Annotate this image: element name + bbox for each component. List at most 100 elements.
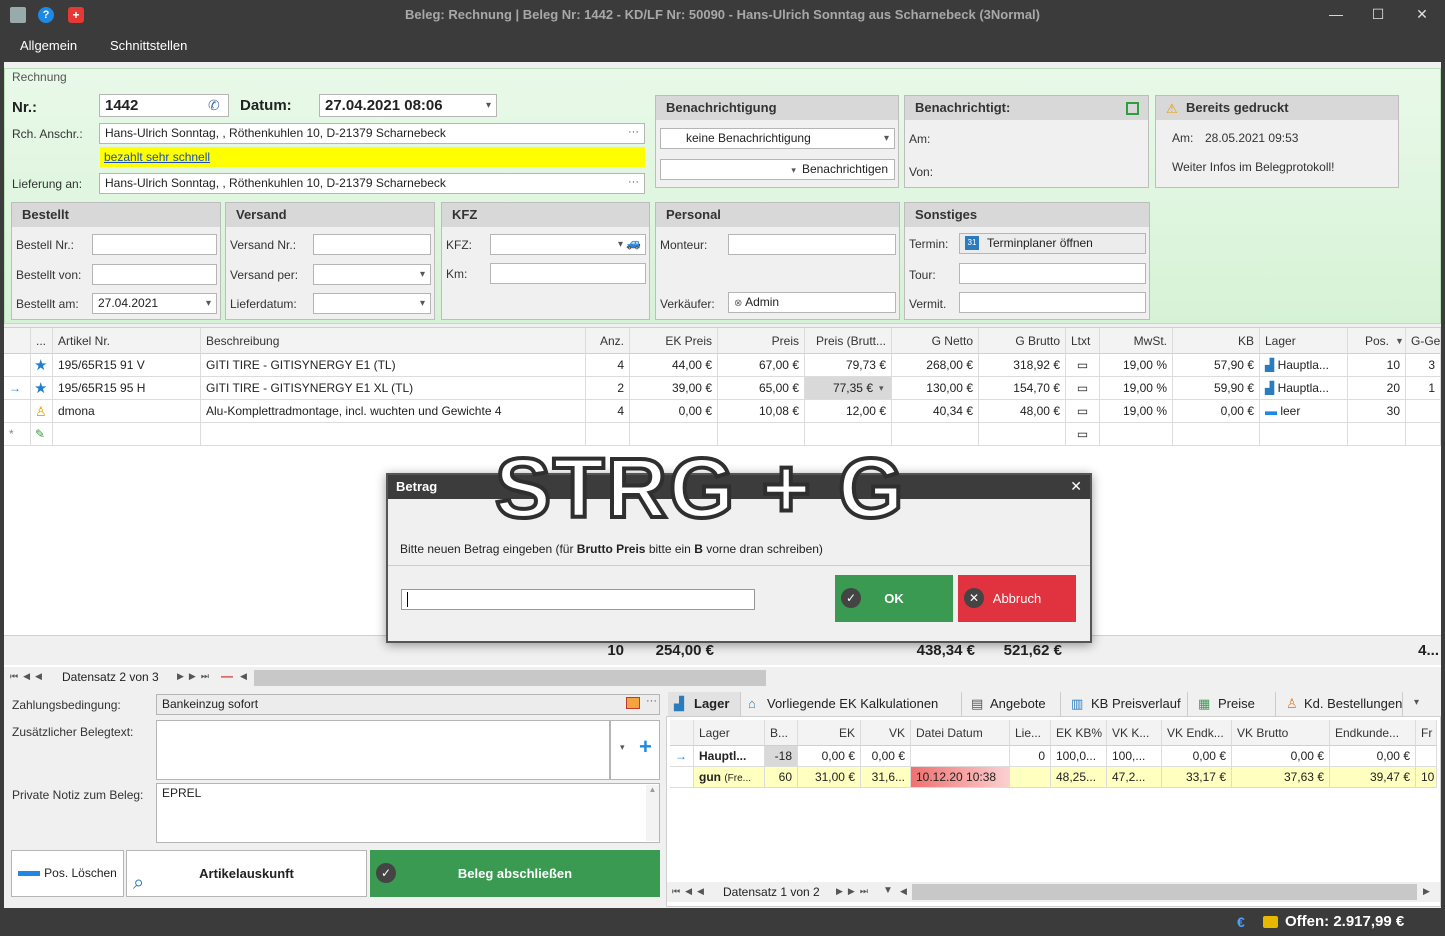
lager-header-vk[interactable]: VK bbox=[861, 720, 911, 746]
lager-header-lie[interactable]: Lie... bbox=[1010, 720, 1051, 746]
notiz-field[interactable]: EPREL bbox=[156, 783, 660, 843]
artikelauskunft-button[interactable]: ⌕ Artikelauskunft bbox=[126, 850, 367, 897]
filter-icon[interactable]: ▼ bbox=[883, 885, 893, 896]
row-indicator[interactable] bbox=[4, 354, 31, 377]
row2-ek[interactable]: 39,00 € bbox=[630, 377, 718, 400]
new-row-cell[interactable] bbox=[1260, 423, 1348, 446]
lager-row2-lie[interactable] bbox=[1010, 767, 1051, 788]
row1-gnetto[interactable]: 268,00 € bbox=[892, 354, 979, 377]
row1-preis-brutto[interactable]: 79,73 € bbox=[805, 354, 892, 377]
lager-row2-vkk[interactable]: 47,2... bbox=[1107, 767, 1162, 788]
lager-row2-datum[interactable]: 10.12.20 10:38 bbox=[911, 767, 1010, 788]
payment-card-icon[interactable] bbox=[626, 697, 640, 709]
row3-preis-brutto[interactable]: 12,00 € bbox=[805, 400, 892, 423]
grid-header-lager[interactable]: Lager bbox=[1260, 328, 1348, 354]
kfz-field[interactable]: ▾ 🚙 bbox=[490, 234, 646, 255]
grid-header-preis-brutto[interactable]: Preis (Brutt... bbox=[805, 328, 892, 354]
lager-row1-endkunde[interactable]: 0,00 € bbox=[1330, 746, 1416, 767]
scroll-left-icon[interactable]: ◀ bbox=[900, 886, 907, 897]
row2-beschreibung[interactable]: GITI TIRE - GITISYNERGY E1 XL (TL) bbox=[201, 377, 586, 400]
lager-header-endkunde[interactable]: Endkunde... bbox=[1330, 720, 1416, 746]
lager-row1-lie[interactable]: 0 bbox=[1010, 746, 1051, 767]
lager-header-vkk[interactable]: VK K... bbox=[1107, 720, 1162, 746]
new-row-cell[interactable] bbox=[1173, 423, 1260, 446]
grid-header-artikel[interactable]: Artikel Nr. bbox=[53, 328, 201, 354]
row-pointer-icon[interactable]: → bbox=[4, 377, 31, 400]
grid-header-ltxt[interactable]: Ltxt bbox=[1066, 328, 1100, 354]
lager-row1-ek[interactable]: 0,00 € bbox=[798, 746, 861, 767]
lieferung-field[interactable]: Hans-Ulrich Sonntag, , Röthenkuhlen 10, … bbox=[99, 173, 645, 194]
lager-row2-ek[interactable]: 31,00 € bbox=[798, 767, 861, 788]
new-row-cell[interactable] bbox=[1348, 423, 1406, 446]
verkaeufer-field[interactable]: ⊗ Admin bbox=[728, 292, 896, 313]
row1-preis[interactable]: 67,00 € bbox=[718, 354, 805, 377]
lager-header-b[interactable]: B... bbox=[765, 720, 798, 746]
grid-header-ek[interactable]: EK Preis bbox=[630, 328, 718, 354]
nav-next-last-icons[interactable]: ▶▶⏭ bbox=[836, 886, 873, 897]
row-indicator[interactable] bbox=[670, 767, 694, 788]
grid-header-gge[interactable]: G-Ge bbox=[1406, 328, 1441, 354]
tab-kd-bestellungen[interactable]: ♙ Kd. Bestellungen bbox=[1278, 692, 1403, 716]
lager-row1-ekkb[interactable]: 100,0... bbox=[1051, 746, 1107, 767]
row2-pos[interactable]: 20 bbox=[1348, 377, 1406, 400]
versand-nr-field[interactable] bbox=[313, 234, 431, 255]
benachrichtigen-button[interactable]: ▾ Benachrichtigen bbox=[660, 159, 895, 180]
grid-header-beschreibung[interactable]: Beschreibung bbox=[201, 328, 586, 354]
new-row-cell[interactable] bbox=[1100, 423, 1173, 446]
row2-kb[interactable]: 59,90 € bbox=[1173, 377, 1260, 400]
add-icon[interactable]: + bbox=[639, 734, 652, 760]
row3-preis[interactable]: 10,08 € bbox=[718, 400, 805, 423]
lager-row1-vk[interactable]: 0,00 € bbox=[861, 746, 911, 767]
row3-ek[interactable]: 0,00 € bbox=[630, 400, 718, 423]
lager-header-ek[interactable]: EK bbox=[798, 720, 861, 746]
vermit-field[interactable] bbox=[959, 292, 1146, 313]
row3-artikel[interactable]: dmona bbox=[53, 400, 201, 423]
lager-row1-fr[interactable] bbox=[1416, 746, 1437, 767]
lager-header-datum[interactable]: Datei Datum bbox=[911, 720, 1010, 746]
lager-row1-b[interactable]: -18 bbox=[765, 746, 798, 767]
new-row-icon[interactable]: * bbox=[4, 423, 31, 446]
lager-header-fr[interactable]: Fr bbox=[1416, 720, 1437, 746]
menu-allgemein[interactable]: Allgemein bbox=[20, 38, 77, 53]
lager-row2-endkunde[interactable]: 39,47 € bbox=[1330, 767, 1416, 788]
row3-anz[interactable]: 4 bbox=[586, 400, 630, 423]
remove-icon[interactable]: ⊗ bbox=[734, 298, 742, 309]
grid-header-preis[interactable]: Preis bbox=[718, 328, 805, 354]
grid-header-mwst[interactable]: MwSt. bbox=[1100, 328, 1173, 354]
tab-lager[interactable]: ▟ Lager bbox=[668, 692, 741, 716]
row3-lager[interactable]: ▬ leer bbox=[1260, 400, 1348, 423]
grid-header-gbrutto[interactable]: G Brutto bbox=[979, 328, 1066, 354]
new-row-cell[interactable] bbox=[1406, 423, 1441, 446]
row3-mwst[interactable]: 19,00 % bbox=[1100, 400, 1173, 423]
row3-beschreibung[interactable]: Alu-Komplettradmontage, incl. wuchten un… bbox=[201, 400, 586, 423]
monteur-field[interactable] bbox=[728, 234, 896, 255]
row2-gnetto[interactable]: 130,00 € bbox=[892, 377, 979, 400]
tab-angebote[interactable]: ▤ Angebote bbox=[964, 692, 1061, 716]
lager-row2-lager[interactable]: gun (Fre... bbox=[694, 767, 765, 788]
lager-row1-vkk[interactable]: 100,... bbox=[1107, 746, 1162, 767]
lager-hscrollbar[interactable] bbox=[912, 884, 1417, 900]
lager-row2-vkbrutto[interactable]: 37,63 € bbox=[1232, 767, 1330, 788]
lager-row1-lager[interactable]: Hauptl... bbox=[694, 746, 765, 767]
row1-lager[interactable]: ▟ Hauptla... bbox=[1260, 354, 1348, 377]
new-row-artikel[interactable] bbox=[53, 423, 201, 446]
bestellt-am-field[interactable]: 27.04.2021 bbox=[92, 293, 217, 314]
row1-beschreibung[interactable]: GITI TIRE - GITISYNERGY E1 (TL) bbox=[201, 354, 586, 377]
tab-ek-kalkulationen[interactable]: ⌂ Vorliegende EK Kalkulationen bbox=[743, 692, 962, 716]
lager-row2-ekkb[interactable]: 48,25... bbox=[1051, 767, 1107, 788]
euro-icon[interactable]: € bbox=[1237, 914, 1245, 930]
note-icon[interactable]: ▭ bbox=[1066, 377, 1100, 400]
note-icon[interactable]: ▭ bbox=[1066, 354, 1100, 377]
datum-field[interactable]: 27.04.2021 08:06 bbox=[319, 94, 497, 117]
benachrichtigt-checkbox[interactable] bbox=[1126, 102, 1139, 115]
lager-row2-vk[interactable]: 31,6... bbox=[861, 767, 911, 788]
ok-button[interactable]: ✓ OK bbox=[835, 575, 953, 622]
row2-gge[interactable]: 1 bbox=[1406, 377, 1441, 400]
scroll-left-icon[interactable]: ◀ bbox=[240, 671, 247, 682]
bestellt-von-field[interactable] bbox=[92, 264, 217, 285]
row-indicator[interactable] bbox=[4, 400, 31, 423]
bestell-nr-field[interactable] bbox=[92, 234, 217, 255]
phone-icon[interactable]: ✆ bbox=[208, 97, 220, 114]
tab-preise[interactable]: ▦ Preise bbox=[1190, 692, 1276, 716]
note-icon[interactable]: ▭ bbox=[1066, 400, 1100, 423]
